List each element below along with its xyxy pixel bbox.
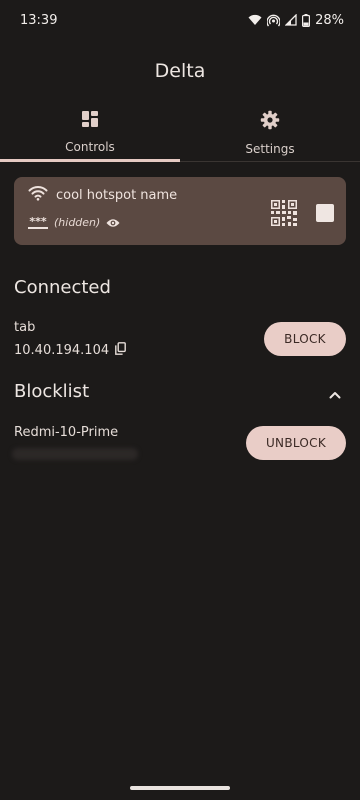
- gesture-nav-handle[interactable]: [130, 786, 230, 790]
- device-ip: 10.40.194.104: [14, 343, 110, 358]
- hotspot-card: cool hotspot name *** (hidden): [14, 177, 346, 245]
- tab-selected-indicator: [0, 159, 180, 162]
- copy-icon[interactable]: [115, 342, 127, 359]
- status-time: 13:39: [20, 12, 58, 28]
- block-button[interactable]: BLOCK: [264, 322, 346, 356]
- password-hidden-text: (hidden): [54, 216, 101, 229]
- tab-settings-label: Settings: [245, 142, 295, 156]
- gear-icon: [260, 110, 280, 134]
- blocked-device-name: Redmi-10-Prime: [14, 425, 119, 440]
- hotspot-name-row: cool hotspot name: [28, 185, 177, 205]
- hotspot-status-icon: [267, 14, 281, 27]
- battery-icon: [302, 13, 311, 27]
- eye-icon[interactable]: [106, 213, 120, 232]
- redacted-mac-address: [12, 448, 138, 460]
- tab-controls[interactable]: Controls: [0, 104, 180, 164]
- chevron-up-icon[interactable]: [328, 385, 342, 404]
- dashboard-icon: [81, 110, 99, 132]
- password-icon: ***: [28, 214, 48, 229]
- connected-header: Connected: [14, 277, 111, 298]
- tab-bar: Controls Settings: [0, 104, 360, 164]
- status-bar: 13:39 28%: [0, 0, 360, 40]
- app-screen: 13:39 28% Delta Controls Settings cool h…: [0, 0, 360, 800]
- app-title: Delta: [154, 60, 206, 82]
- unblock-button[interactable]: UNBLOCK: [246, 426, 346, 460]
- hotspot-name: cool hotspot name: [56, 187, 178, 203]
- blocklist-header: Blocklist: [14, 381, 90, 402]
- cellular-signal-icon: [285, 14, 297, 26]
- qr-code-icon[interactable]: [270, 199, 298, 227]
- tab-controls-label: Controls: [65, 140, 115, 154]
- hotspot-toggle-checkbox[interactable]: [316, 204, 334, 222]
- device-ip-row: 10.40.194.104: [14, 342, 127, 359]
- battery-percent: 28%: [315, 12, 344, 28]
- wifi-icon: [28, 185, 48, 205]
- wifi-status-icon: [248, 14, 262, 26]
- hotspot-password-row: *** (hidden): [28, 213, 120, 232]
- password-mask: ***: [29, 214, 47, 228]
- tab-settings[interactable]: Settings: [180, 104, 360, 164]
- device-name: tab: [14, 320, 36, 335]
- status-icons: 28%: [248, 13, 344, 28]
